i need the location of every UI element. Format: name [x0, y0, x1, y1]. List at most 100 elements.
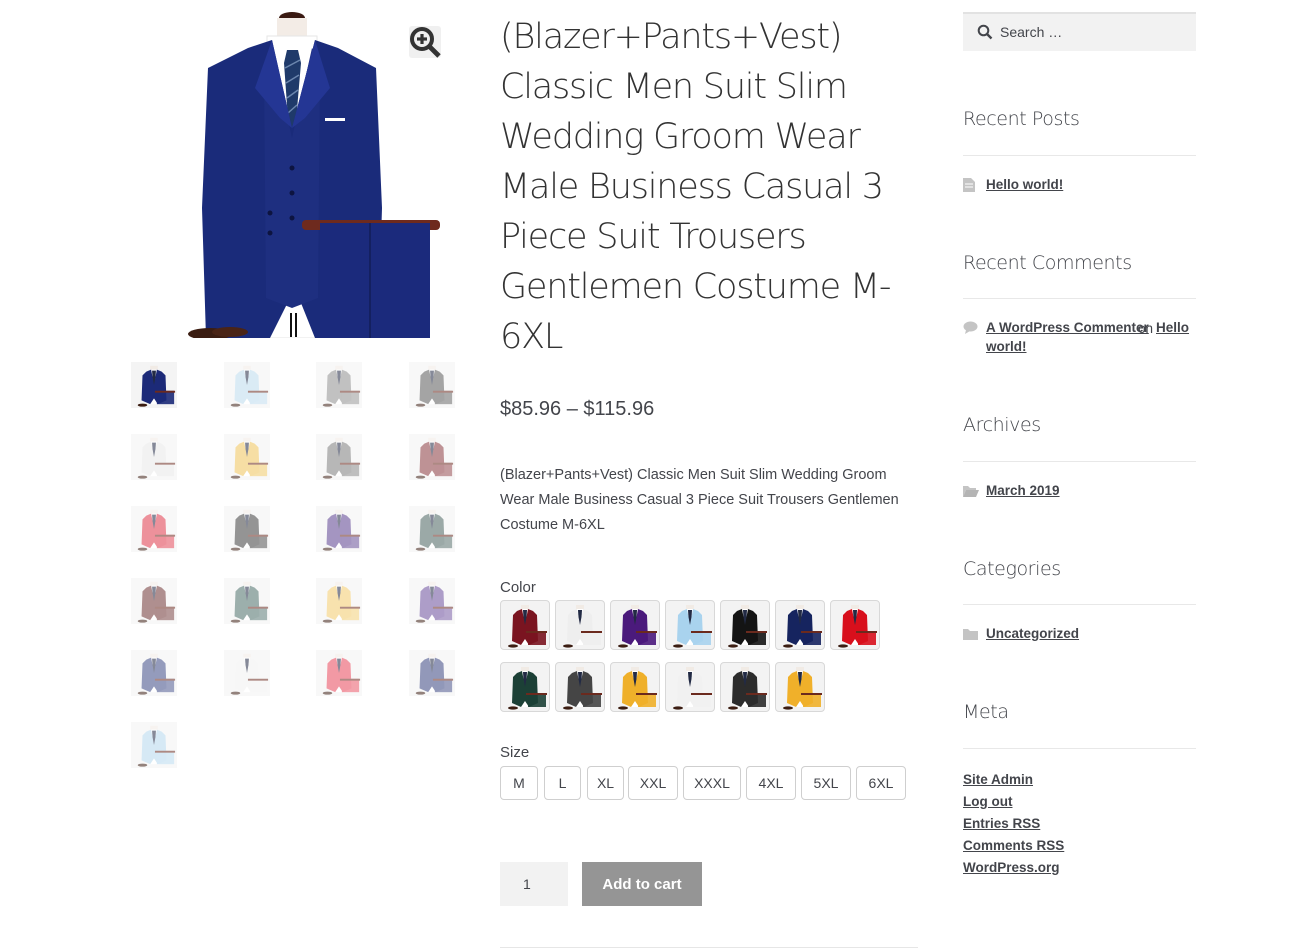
suit-thumbnail-icon — [230, 437, 269, 479]
size-option-4xl[interactable]: 4XL — [746, 766, 796, 800]
color-swatch[interactable] — [555, 600, 605, 650]
suit-thumbnail-icon — [415, 437, 454, 479]
product-main-image[interactable] — [130, 8, 456, 338]
suit-thumbnail-icon — [322, 509, 361, 551]
widget-divider — [963, 604, 1196, 605]
meta-logout-link[interactable]: Log out — [963, 794, 1012, 809]
gallery-thumbnail[interactable] — [316, 434, 362, 480]
color-swatch[interactable] — [775, 662, 825, 712]
widget-divider — [963, 748, 1196, 749]
color-swatch[interactable] — [500, 662, 550, 712]
color-swatch[interactable] — [720, 662, 770, 712]
suit-thumbnail-icon — [618, 605, 657, 648]
color-swatch[interactable] — [610, 662, 660, 712]
suit-thumbnail-icon — [230, 653, 269, 695]
gallery-thumbnail[interactable] — [409, 650, 455, 696]
gallery-thumbnail[interactable] — [316, 650, 362, 696]
gallery-thumbnail[interactable] — [131, 650, 177, 696]
suit-thumbnail-icon — [728, 667, 767, 710]
suit-thumbnail-icon — [230, 365, 269, 407]
suit-thumbnail-icon — [322, 653, 361, 695]
suit-thumbnail-icon — [783, 667, 822, 710]
size-option-xxl[interactable]: XXL — [628, 766, 678, 800]
color-swatch[interactable] — [665, 662, 715, 712]
gallery-thumbnail[interactable] — [131, 578, 177, 624]
suit-thumbnail-icon — [137, 437, 176, 479]
suit-thumbnail-icon — [230, 509, 269, 551]
color-swatch[interactable] — [830, 600, 880, 650]
comment-author-link[interactable]: A WordPress Commenter — [986, 320, 1149, 335]
gallery-thumbnail[interactable] — [224, 506, 270, 552]
meta-comments-rss-link[interactable]: Comments RSS — [963, 838, 1064, 853]
gallery-thumbnail[interactable] — [131, 722, 177, 768]
gallery-thumbnail[interactable] — [224, 434, 270, 480]
suit-thumbnail-icon — [137, 365, 176, 407]
gallery-thumbnail[interactable] — [131, 506, 177, 552]
category-link[interactable]: Uncategorized — [986, 626, 1079, 641]
product-description: (Blazer+Pants+Vest) Classic Men Suit Sli… — [500, 467, 899, 533]
gallery-thumbnail[interactable] — [131, 434, 177, 480]
gallery-thumbnail[interactable] — [316, 578, 362, 624]
gallery-thumbnail[interactable] — [409, 578, 455, 624]
gallery-thumbnail[interactable] — [224, 650, 270, 696]
gallery-thumbnail[interactable] — [224, 578, 270, 624]
suit-thumbnail-icon — [137, 725, 176, 767]
gallery-thumbnail[interactable] — [316, 506, 362, 552]
suit-thumbnail-icon — [137, 509, 176, 551]
color-swatch[interactable] — [720, 600, 770, 650]
meta-entries-rss-link[interactable]: Entries RSS — [963, 816, 1040, 831]
gallery-thumbnail[interactable] — [131, 362, 177, 408]
widget-divider — [963, 298, 1196, 299]
size-option-xxxl[interactable]: XXXL — [683, 766, 741, 800]
suit-thumbnail-icon — [508, 605, 547, 648]
add-to-cart-button[interactable]: Add to cart — [582, 862, 702, 906]
meta-title: Meta — [963, 701, 1009, 723]
size-option-xl[interactable]: XL — [587, 766, 624, 800]
color-swatch[interactable] — [555, 662, 605, 712]
recent-posts-title: Recent Posts — [963, 108, 1080, 130]
suit-thumbnail-icon — [783, 605, 822, 648]
size-option-5xl[interactable]: 5XL — [801, 766, 851, 800]
zoom-button[interactable] — [409, 26, 441, 58]
meta-wordpress-org-link[interactable]: WordPress.org — [963, 860, 1060, 875]
suit-thumbnail-icon — [322, 365, 361, 407]
archive-link[interactable]: March 2019 — [986, 483, 1060, 498]
size-option-6xl[interactable]: 6XL — [856, 766, 906, 800]
suit-thumbnail-icon — [415, 509, 454, 551]
color-swatch[interactable] — [610, 600, 660, 650]
suit-thumbnail-icon — [322, 581, 361, 623]
recent-post-link[interactable]: Hello world! — [986, 177, 1063, 192]
search-input[interactable] — [1000, 14, 1190, 49]
search-icon — [977, 24, 993, 40]
suit-thumbnail-icon — [322, 437, 361, 479]
comment-bubble-icon — [963, 321, 978, 334]
suit-thumbnail-icon — [415, 365, 454, 407]
gallery-thumbnail[interactable] — [409, 362, 455, 408]
suit-thumbnail-icon — [415, 653, 454, 695]
suit-thumbnail-icon — [673, 667, 712, 710]
comment-post-link-cont[interactable]: world! — [986, 339, 1027, 354]
folder-open-icon — [963, 486, 979, 497]
product-title: (Blazer+Pants+Vest) Classic Men Suit Sli… — [500, 17, 892, 357]
comment-post-link[interactable]: Hello — [1156, 320, 1189, 335]
gallery-thumbnail[interactable] — [224, 362, 270, 408]
gallery-thumbnail[interactable] — [409, 506, 455, 552]
suit-thumbnail-icon — [137, 653, 176, 695]
size-option-l[interactable]: L — [544, 766, 581, 800]
gallery-thumbnail[interactable] — [409, 434, 455, 480]
quantity-input[interactable] — [500, 862, 568, 906]
suit-thumbnail-icon — [618, 667, 657, 710]
recent-comments-title: Recent Comments — [963, 252, 1132, 274]
categories-title: Categories — [963, 558, 1061, 580]
gallery-thumbnail[interactable] — [316, 362, 362, 408]
color-swatch[interactable] — [775, 600, 825, 650]
size-label: Size — [500, 744, 530, 761]
suit-main-illustration — [188, 12, 440, 338]
color-swatch[interactable] — [500, 600, 550, 650]
folder-icon — [963, 629, 978, 640]
size-option-m[interactable]: M — [500, 766, 538, 800]
suit-thumbnail-icon — [137, 581, 176, 623]
color-swatch[interactable] — [665, 600, 715, 650]
meta-site-admin-link[interactable]: Site Admin — [963, 772, 1033, 787]
comment-on-text: on — [1138, 321, 1154, 336]
